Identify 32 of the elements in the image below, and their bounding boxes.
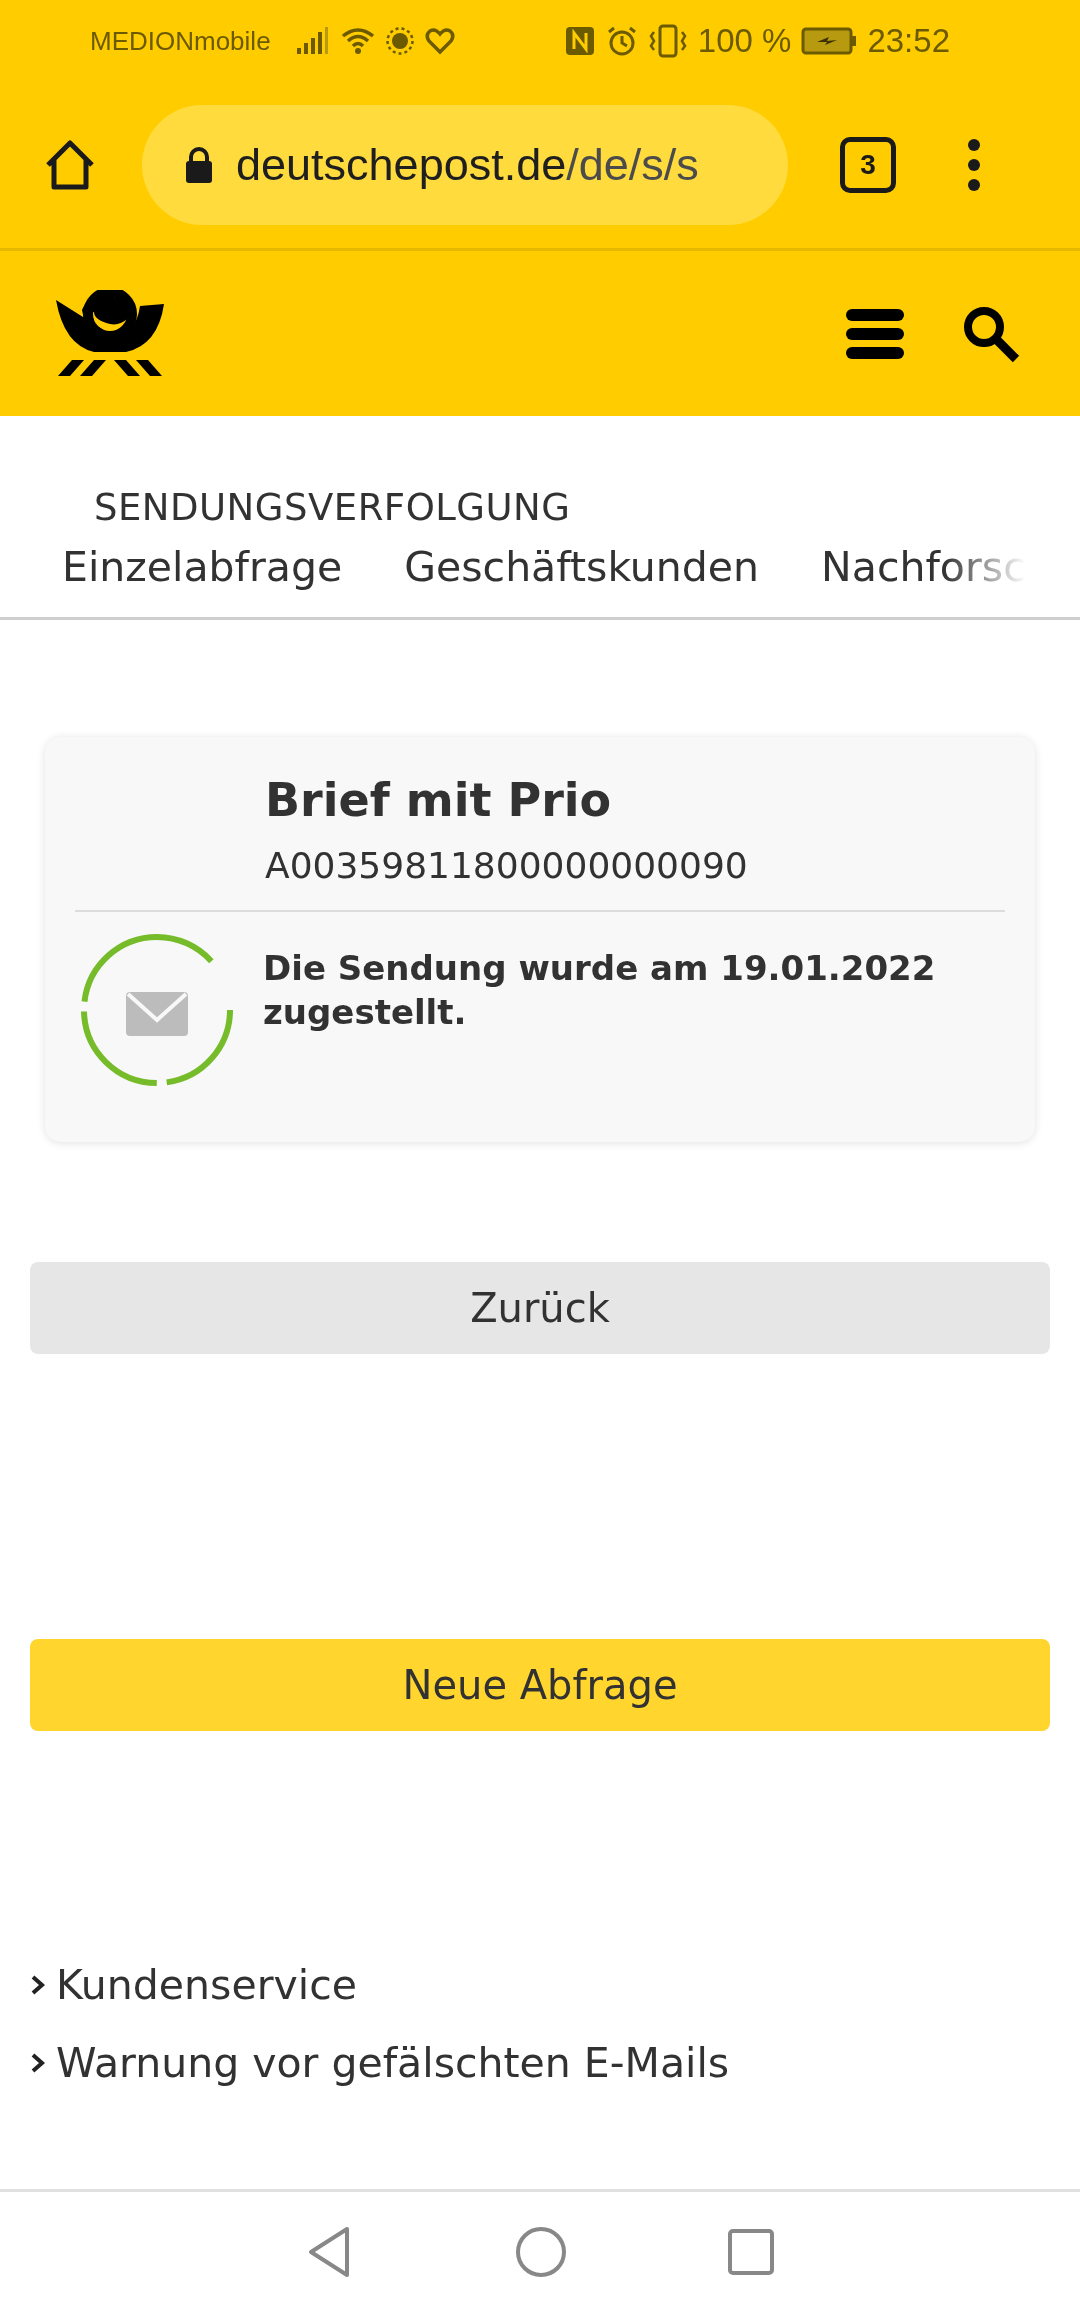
signal-icon (294, 26, 331, 56)
delivered-envelope-icon (79, 932, 235, 1088)
alarm-icon (605, 25, 638, 57)
address-bar[interactable]: deutschepost.de/de/s/s (142, 105, 788, 225)
lock-icon (184, 146, 214, 184)
tracking-number: A00359811800000000090 (265, 845, 749, 886)
sun-icon (384, 26, 415, 56)
battery-percentage: 100 % (697, 22, 792, 60)
home-nav-button[interactable] (515, 2226, 567, 2278)
section-title: SENDUNGSVERFOLGUNG (93, 486, 572, 529)
action-button[interactable]: Neue Abfrage (30, 1639, 1050, 1731)
nav-tab[interactable]: Einzelabfrage (62, 543, 343, 591)
chevron-icon (30, 1974, 46, 1996)
clock-time: 23:52 (867, 22, 950, 60)
menu-icon[interactable] (844, 306, 906, 361)
chevron-icon (30, 2052, 46, 2074)
heart-icon (424, 27, 455, 55)
tab-switcher-button[interactable]: 3 (840, 137, 896, 193)
url-text: deutschepost.de/de/s/s (236, 139, 699, 191)
carrier-name: MEDIONmobile (90, 25, 271, 57)
shipment-type: Brief mit Prio (265, 773, 613, 827)
nfc-icon (563, 25, 596, 57)
nav-tab[interactable]: Geschäftskunden (404, 543, 760, 591)
vibrate-icon (647, 24, 688, 58)
battery-charging-icon (801, 27, 858, 55)
wifi-icon (340, 26, 375, 56)
action-button[interactable]: Zurück (30, 1262, 1050, 1354)
nav-tab[interactable]: Nachforsc (821, 543, 1026, 591)
delivery-status: Die Sendung wurde am 19.01.2022 zugestellt. (263, 947, 937, 1035)
footer-link[interactable]: Warnung vor gefälschten E-Mails (56, 2039, 730, 2087)
recents-button[interactable] (727, 2228, 775, 2276)
footer-link[interactable]: Kundenservice (56, 1961, 357, 2009)
